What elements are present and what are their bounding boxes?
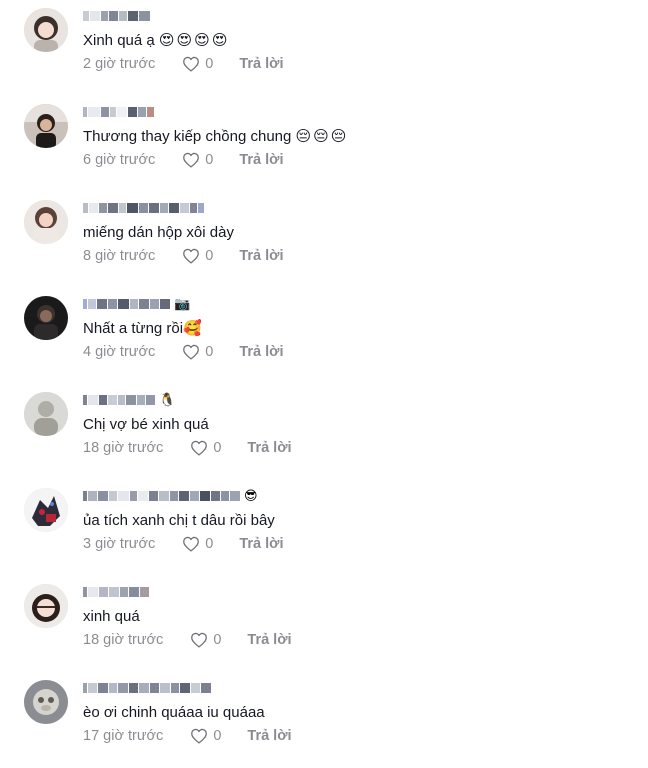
username-emoji: 😎 <box>244 488 258 503</box>
reply-button[interactable]: Trả lời <box>239 248 283 264</box>
username[interactable] <box>83 104 155 120</box>
comment-text: Thương thay kiếp chồng chung 😔😔😔 <box>83 128 349 145</box>
like-count: 0 <box>213 728 222 744</box>
username[interactable]: 🐧 <box>83 392 175 408</box>
like-button[interactable]: 0 <box>182 344 213 360</box>
heart-icon <box>183 344 200 360</box>
reply-button[interactable]: Trả lời <box>239 152 283 168</box>
emoji: 🥰 <box>183 320 204 337</box>
comment-text: Nhất a từng rồi🥰 <box>83 320 204 337</box>
comment-time: 17 giờ trước <box>83 728 164 744</box>
heart-icon <box>183 56 200 72</box>
comment-meta: 6 giờ trước 0 Trả lời <box>83 151 284 169</box>
comment-text: èo ơi chinh quáaa iu quáaa <box>83 704 265 721</box>
comment-item: xinh quá 18 giờ trước 0 Trả lời <box>0 576 648 672</box>
comment-meta: 18 giờ trước 0 Trả lời <box>83 439 292 457</box>
avatar[interactable] <box>24 296 68 340</box>
comment-text: miếng dán hộp xôi dày <box>83 224 234 241</box>
comment-time: 4 giờ trước <box>83 344 156 360</box>
username[interactable] <box>83 200 205 216</box>
like-button[interactable]: 0 <box>182 536 213 552</box>
heart-icon <box>183 152 200 168</box>
comment-time: 18 giờ trước <box>83 632 164 648</box>
comment-meta: 2 giờ trước 0 Trả lời <box>83 55 284 73</box>
like-button[interactable]: 0 <box>190 440 221 456</box>
emoji: 😍😍😍😍 <box>158 32 230 49</box>
like-count: 0 <box>205 248 214 264</box>
comment-meta: 18 giờ trước 0 Trả lời <box>83 631 292 649</box>
avatar[interactable] <box>24 680 68 724</box>
avatar[interactable] <box>24 104 68 148</box>
avatar[interactable] <box>24 200 68 244</box>
like-button[interactable]: 0 <box>182 56 213 72</box>
comment-item: 😎 ủa tích xanh chị t dâu rồi bây 3 giờ t… <box>0 480 648 576</box>
like-count: 0 <box>205 536 214 552</box>
comment-time: 3 giờ trước <box>83 536 156 552</box>
like-count: 0 <box>213 632 222 648</box>
username[interactable] <box>83 584 150 600</box>
avatar[interactable] <box>24 488 68 532</box>
comment-item: miếng dán hộp xôi dày 8 giờ trước 0 Trả … <box>0 192 648 288</box>
like-button[interactable]: 0 <box>182 152 213 168</box>
avatar[interactable] <box>24 392 68 436</box>
username-emoji: 🐧 <box>159 392 176 407</box>
username[interactable] <box>83 8 151 24</box>
like-button[interactable]: 0 <box>190 632 221 648</box>
comment-time: 8 giờ trước <box>83 248 156 264</box>
like-count: 0 <box>213 440 222 456</box>
comment-text: xinh quá <box>83 608 140 625</box>
comment-item: 🐧 Chị vợ bé xinh quá 18 giờ trước 0 Trả … <box>0 384 648 480</box>
reply-button[interactable]: Trả lời <box>239 56 283 72</box>
reply-button[interactable]: Trả lời <box>239 344 283 360</box>
comment-meta: 8 giờ trước 0 Trả lời <box>83 247 284 265</box>
username[interactable]: 📷 <box>83 296 190 312</box>
like-button[interactable]: 0 <box>182 248 213 264</box>
emoji: 😔😔😔 <box>295 128 349 145</box>
comment-text: ủa tích xanh chị t dâu rồi bây <box>83 512 275 529</box>
reply-button[interactable]: Trả lời <box>247 728 291 744</box>
comment-item: Thương thay kiếp chồng chung 😔😔😔 6 giờ t… <box>0 96 648 192</box>
comment-item: èo ơi chinh quáaa iu quáaa 17 giờ trước … <box>0 672 648 768</box>
comment-text: Chị vợ bé xinh quá <box>83 416 209 433</box>
like-button[interactable]: 0 <box>190 728 221 744</box>
heart-icon <box>183 248 200 264</box>
like-count: 0 <box>205 56 214 72</box>
comment-meta: 4 giờ trước 0 Trả lời <box>83 343 284 361</box>
username[interactable] <box>83 680 212 696</box>
reply-button[interactable]: Trả lời <box>239 536 283 552</box>
heart-icon <box>183 536 200 552</box>
comment-time: 2 giờ trước <box>83 56 156 72</box>
username[interactable]: 😎 <box>83 488 258 504</box>
comment-time: 6 giờ trước <box>83 152 156 168</box>
comment-item: Xinh quá ạ 😍😍😍😍 2 giờ trước 0 Trả lời <box>0 0 648 96</box>
avatar[interactable] <box>24 584 68 628</box>
avatar[interactable] <box>24 8 68 52</box>
heart-icon <box>191 440 208 456</box>
heart-icon <box>191 728 208 744</box>
comment-time: 18 giờ trước <box>83 440 164 456</box>
like-count: 0 <box>205 344 214 360</box>
username-emoji: 📷 <box>174 296 191 311</box>
comment-meta: 17 giờ trước 0 Trả lời <box>83 727 292 745</box>
like-count: 0 <box>205 152 214 168</box>
heart-icon <box>191 632 208 648</box>
reply-button[interactable]: Trả lời <box>247 632 291 648</box>
comment-text: Xinh quá ạ 😍😍😍😍 <box>83 32 230 49</box>
comment-item: 📷 Nhất a từng rồi🥰 4 giờ trước 0 Trả lời <box>0 288 648 384</box>
comment-meta: 3 giờ trước 0 Trả lời <box>83 535 284 553</box>
reply-button[interactable]: Trả lời <box>247 440 291 456</box>
